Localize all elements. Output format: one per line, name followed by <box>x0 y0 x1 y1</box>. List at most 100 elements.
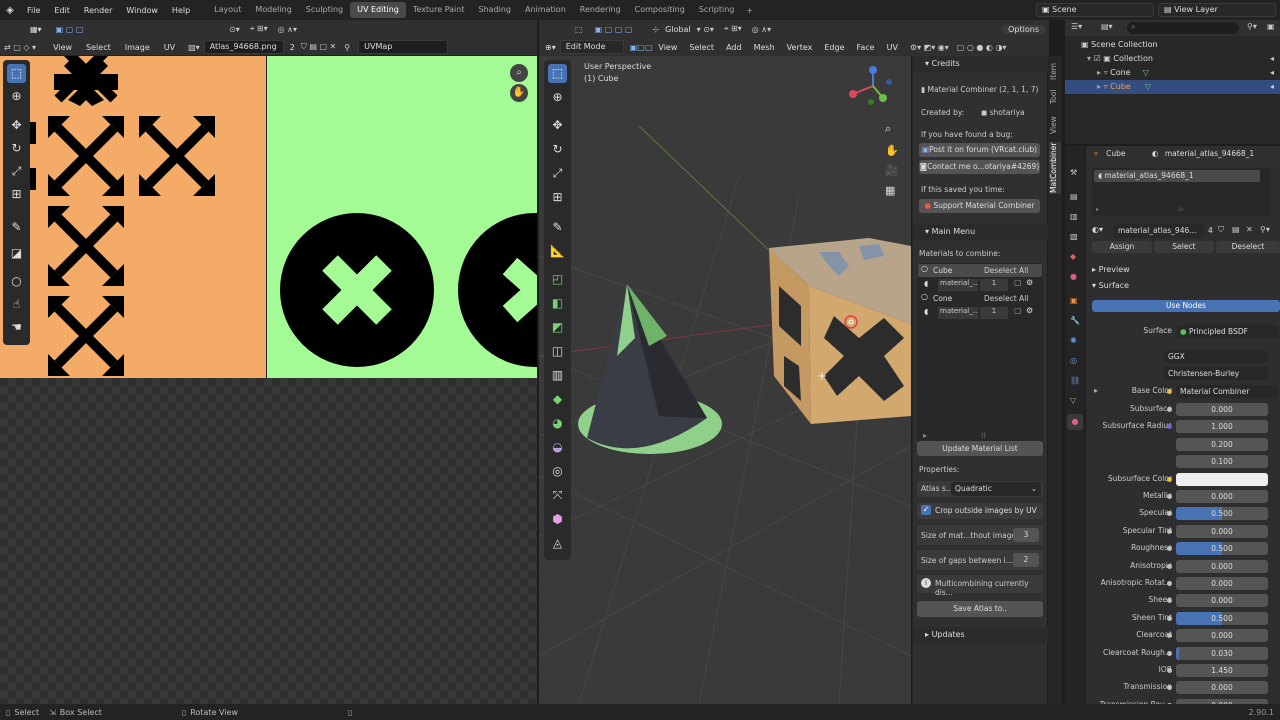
sss-method-dropdown[interactable]: Christensen-Burley <box>1164 367 1268 380</box>
camera-view-icon[interactable]: 🎥 <box>885 164 899 177</box>
orientation-icon[interactable]: ⊹ <box>652 25 659 34</box>
tab-compositing[interactable]: Compositing <box>628 2 692 18</box>
material-tab-icon[interactable]: ● <box>1067 414 1083 430</box>
deselect-all-cube-button[interactable]: Deselect All <box>984 266 1028 275</box>
fake-user-icon[interactable]: ⛉ <box>1218 225 1224 235</box>
vp-menu-uv[interactable]: UV <box>881 43 904 52</box>
uv-image-canvas[interactable]: ⌕ ✋ <box>0 56 537 704</box>
proportional-edit-icon[interactable]: ◎ ∧▾ <box>752 25 771 34</box>
list-expand-icon[interactable]: ▸ <box>923 431 927 440</box>
viewport-pan-icon[interactable]: ✋ <box>885 144 899 157</box>
size-gaps-field[interactable]: 2 <box>1013 553 1039 567</box>
checkbox-icon[interactable]: ☑ <box>1094 54 1104 63</box>
use-nodes-button[interactable]: Use Nodes <box>1092 300 1280 312</box>
relax-tool-icon[interactable]: ○ <box>7 272 26 291</box>
constraints-tab-icon[interactable]: ⛓ <box>1070 376 1080 385</box>
vp-extrude-tool-icon[interactable]: ◧ <box>548 294 567 313</box>
bsdf-input-value[interactable]: 0.500 <box>1176 542 1268 556</box>
pin-icon[interactable]: ⚲ <box>344 43 350 52</box>
scene-selector[interactable]: ▣ Scene <box>1036 3 1154 17</box>
unlink-icon[interactable]: ✕ <box>1246 225 1253 234</box>
list-resize-handle-icon[interactable]: ⁞⁞ <box>981 431 986 440</box>
material-row-cube[interactable]: ◖ material_... 1 ▢ ⚙ <box>918 278 1042 291</box>
rotate-tool-icon[interactable]: ↻ <box>7 139 26 158</box>
visibility-icon[interactable]: ◂ <box>1270 52 1274 66</box>
selection-mode-buttons[interactable]: ▣▢▢ <box>630 43 653 52</box>
outliner-row-cone[interactable]: ▸ ▿ Cone ▽ ◂ <box>1065 66 1280 80</box>
data-tab-icon[interactable]: ▽ <box>1070 396 1076 405</box>
new-collection-icon[interactable]: ▣ <box>1267 22 1275 31</box>
menu-window[interactable]: Window <box>119 6 165 15</box>
vp-edge-slide-tool-icon[interactable]: ⤧ <box>548 486 567 505</box>
size-material-field[interactable]: 3 <box>1013 528 1039 542</box>
grid-view-icon[interactable]: ▦ <box>885 184 895 197</box>
tab-item[interactable]: Item <box>1049 60 1061 82</box>
particles-tab-icon[interactable]: ✺ <box>1070 336 1077 345</box>
support-button[interactable]: ● Support Material Combiner <box>919 199 1040 213</box>
render-tab-icon[interactable]: ▤ <box>1070 192 1078 201</box>
bsdf-input-value[interactable]: 0.500 <box>1176 507 1268 521</box>
navigation-gizmo[interactable] <box>849 66 892 105</box>
expand-arrow-icon[interactable]: ▸ <box>1094 386 1098 395</box>
outliner-row-scene-collection[interactable]: ▣ Scene Collection <box>1065 38 1280 52</box>
vp-add-cube-tool-icon[interactable]: ◰ <box>548 270 567 289</box>
vp-menu-face[interactable]: Face <box>851 43 881 52</box>
vp-move-tool-icon[interactable]: ✥ <box>548 116 567 135</box>
bsdf-input-value[interactable]: 0.000 <box>1176 524 1268 538</box>
proportional-icon[interactable]: ◎ ∧▾ <box>278 25 297 34</box>
object-row-cone[interactable]: ○ Cone Deselect All <box>918 292 1042 305</box>
vp-measure-tool-icon[interactable]: 📐 <box>548 242 567 261</box>
input-socket-icon[interactable] <box>1167 668 1172 673</box>
bsdf-input-value[interactable]: 1.000 <box>1176 420 1268 434</box>
3d-viewport[interactable]: + User Perspective (1) Cube ⌕ ✋ 🎥 ▦ <box>539 56 911 704</box>
input-socket-icon[interactable] <box>1167 528 1172 534</box>
input-socket-icon[interactable] <box>1167 581 1172 586</box>
image-users-count[interactable]: 2 <box>290 43 295 52</box>
bsdf-input-value[interactable]: 0.000 <box>1176 594 1268 608</box>
outliner-row-cube[interactable]: ▸ ▿ Cube ▽ ◂ <box>1065 80 1280 94</box>
checkbox-checked-icon[interactable]: ✓ <box>921 505 931 515</box>
vp-knife-tool-icon[interactable]: ◆ <box>548 390 567 409</box>
uv-map-field[interactable]: UVMap <box>358 40 449 54</box>
image-name-field[interactable]: Atlas_94668.png <box>203 40 284 54</box>
image-actions-icons[interactable]: ⛉ ▤ ▢ ✕ <box>301 42 336 52</box>
vp-select-tool-icon[interactable]: ⬚ <box>548 64 567 83</box>
vp-polybuild-tool-icon[interactable]: ◕ <box>548 414 567 433</box>
uv-menu-select[interactable]: Select <box>79 43 118 52</box>
save-atlas-button[interactable]: Save Atlas to.. <box>917 601 1043 617</box>
tool-tab-icon[interactable]: ⚒ <box>1070 168 1077 177</box>
outliner-editor-icon[interactable]: ☰▾ <box>1071 22 1082 31</box>
update-material-list-button[interactable]: Update Material List <box>917 441 1043 456</box>
select-mode-icon[interactable]: ⬚ <box>575 25 583 34</box>
editor-type-icon[interactable]: ▦▾ <box>30 25 42 34</box>
vp-shear-tool-icon[interactable]: ◬ <box>548 534 567 553</box>
view-layer-tab-icon[interactable]: ▧ <box>1070 232 1078 241</box>
blender-logo-icon[interactable]: ◈ <box>0 5 20 16</box>
forum-button[interactable]: ▣Post it on forum (VRcat.club) <box>919 143 1040 157</box>
grab-tool-icon[interactable]: ◪ <box>7 244 26 263</box>
scale-tool-icon[interactable]: ⤢ <box>7 162 26 181</box>
vp-annotate-tool-icon[interactable]: ✎ <box>548 218 567 237</box>
vp-scale-tool-icon[interactable]: ⤢ <box>548 164 567 183</box>
surface-panel-header[interactable]: ▾ Surface <box>1086 279 1280 293</box>
menu-edit[interactable]: Edit <box>47 6 77 15</box>
select-box-tool-icon[interactable]: ⬚ <box>7 64 26 83</box>
annotate-tool-icon[interactable]: ✎ <box>7 218 26 237</box>
list-resize-handle-icon[interactable]: ⁞⁞⁞ <box>1178 206 1184 213</box>
snap-toggle-icon[interactable]: ⌖ ⊞▾ <box>724 24 742 34</box>
vp-smooth-tool-icon[interactable]: ◎ <box>548 462 567 481</box>
bsdf-input-value[interactable]: 0.000 <box>1176 681 1268 695</box>
uv-menu-view[interactable]: View <box>46 43 79 52</box>
tab-view[interactable]: View <box>1049 112 1061 138</box>
rip-tool-icon[interactable]: ☚ <box>7 318 26 337</box>
tab-scripting[interactable]: Scripting <box>692 2 742 18</box>
input-socket-icon[interactable] <box>1167 476 1172 482</box>
input-socket-icon[interactable] <box>1167 494 1172 499</box>
assign-button[interactable]: Assign <box>1092 241 1152 253</box>
base-color-field[interactable]: Material Combiner Texture <box>1176 385 1278 398</box>
uv-menu-image[interactable]: Image <box>118 43 157 52</box>
modifiers-tab-icon[interactable]: 🔧 <box>1070 316 1080 325</box>
crop-checkbox-row[interactable]: ✓ Crop outside images by UV <box>917 503 1043 519</box>
material-row-cone[interactable]: ◖ material_... 1 ▢ ⚙ <box>918 306 1042 319</box>
bsdf-input-value[interactable]: 0.500 <box>1176 611 1268 625</box>
